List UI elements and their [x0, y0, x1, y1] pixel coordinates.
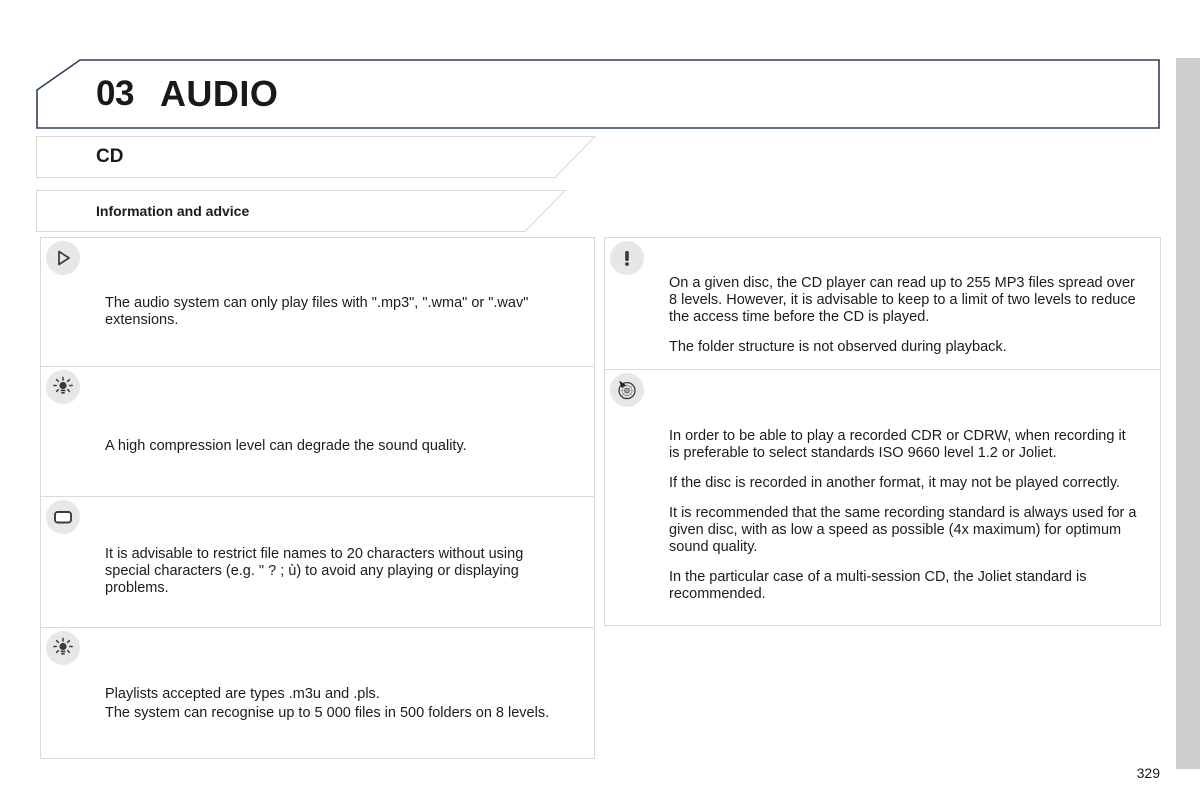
note-box: On a given disc, the CD player can read … — [604, 237, 1161, 370]
note-body: On a given disc, the CD player can read … — [669, 275, 1138, 356]
note-paragraph: It is advisable to restrict file names t… — [105, 546, 524, 596]
note-body: A high compression level can degrade the… — [105, 438, 572, 455]
page-number: 329 — [1136, 765, 1160, 781]
warning-exclamation-icon — [610, 241, 644, 275]
note-box: Playlists accepted are types .m3u and .p… — [40, 628, 595, 759]
chapter-name: AUDIO — [159, 73, 279, 114]
play-triangle-icon — [46, 241, 80, 275]
note-paragraph: On a given disc, the CD player can read … — [669, 275, 1136, 325]
note-body: It is advisable to restrict file names t… — [105, 546, 572, 597]
section-title: CD — [96, 146, 124, 167]
note-paragraph: It is recommended that the same recordin… — [669, 505, 1137, 555]
note-box: A high compression level can degrade the… — [40, 367, 595, 497]
note-box: It is advisable to restrict file names t… — [40, 497, 595, 628]
cd-disc-icon — [610, 373, 644, 407]
note-paragraph: A high compression level can degrade the… — [105, 438, 467, 454]
note-paragraph: If the disc is recorded in another forma… — [669, 475, 1121, 491]
note-paragraph: The folder structure is not observed dur… — [669, 339, 1007, 355]
note-body: Playlists accepted are types .m3u and .p… — [105, 686, 572, 722]
subsection-title: Information and advice — [96, 203, 250, 219]
note-paragraph: In order to be able to play a recorded C… — [669, 428, 1126, 461]
note-body: The audio system can only play files wit… — [105, 295, 572, 329]
display-screen-icon — [46, 500, 80, 534]
note-body: In order to be able to play a recorded C… — [669, 428, 1138, 603]
note-paragraph: The system can recognise up to 5 000 fil… — [105, 705, 550, 721]
chapter-banner: 03 AUDIO — [36, 59, 1160, 129]
left-column: The audio system can only play files wit… — [40, 237, 595, 759]
note-box: The audio system can only play files wit… — [40, 237, 595, 367]
subsection-banner: Information and advice — [36, 190, 566, 232]
section-banner: CD — [36, 136, 596, 178]
note-paragraph: The audio system can only play files wit… — [105, 295, 529, 328]
lightbulb-tip-icon — [46, 370, 80, 404]
right-column: On a given disc, the CD player can read … — [604, 237, 1161, 626]
note-paragraph: In the particular case of a multi-sessio… — [669, 569, 1087, 602]
chapter-number: 03 — [96, 74, 134, 113]
lightbulb-tip-icon — [46, 631, 80, 665]
note-box: In order to be able to play a recorded C… — [604, 370, 1161, 626]
note-paragraph: Playlists accepted are types .m3u and .p… — [105, 686, 380, 702]
page-edge-tab — [1176, 58, 1200, 769]
page-title: 03 AUDIO — [96, 59, 278, 129]
